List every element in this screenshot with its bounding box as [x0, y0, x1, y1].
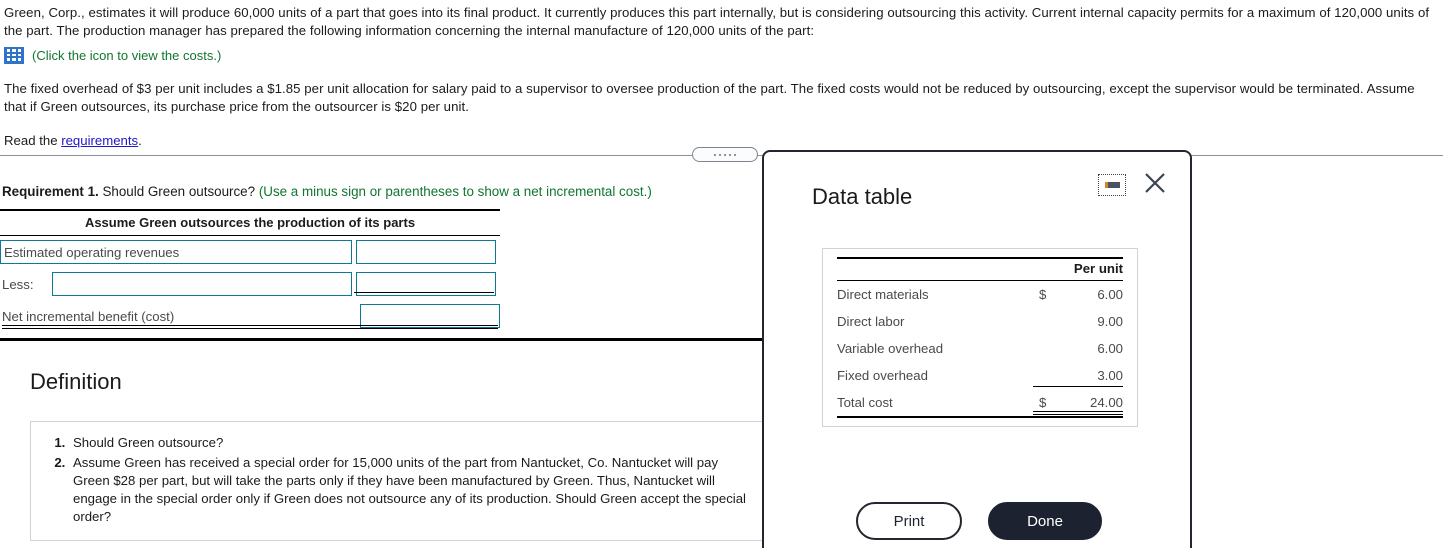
row-3-label: Net incremental benefit (cost)	[2, 308, 175, 324]
definition-panel: Definition Should Green outsource? Assum…	[0, 341, 763, 548]
page-root: Green, Corp., estimates it will produce …	[0, 0, 1443, 548]
requirement-column-header: Assume Green outsources the production o…	[84, 215, 416, 230]
row-1-amount-cell	[352, 240, 496, 264]
row-value: 24.00	[1059, 389, 1123, 416]
row-label: Total cost	[837, 395, 893, 410]
requirements-link[interactable]: requirements	[61, 133, 138, 148]
row-2-amount-cell	[352, 272, 496, 296]
row-1-amount-input[interactable]	[356, 240, 496, 264]
cost-data-table-box: Per unit Direct materials $ 6.00 Direct …	[822, 248, 1138, 427]
print-button[interactable]: Print	[856, 502, 962, 540]
read-suffix: .	[138, 133, 142, 148]
requirement-1-hint: (Use a minus sign or parentheses to show…	[258, 184, 652, 199]
panel-drag-handle[interactable]	[692, 147, 758, 162]
row-currency	[1033, 308, 1059, 335]
table-row: Net incremental benefit (cost)	[0, 300, 500, 332]
requirement-1-title: Requirement 1. Should Green outsource? (…	[2, 184, 763, 199]
definition-title: Definition	[30, 369, 122, 394]
row-currency	[1033, 362, 1059, 389]
header-currency-blank	[1033, 259, 1059, 280]
close-icon[interactable]	[1142, 170, 1168, 196]
cost-data-table: Per unit	[837, 259, 1123, 280]
table-row	[0, 236, 500, 268]
table-row: Direct labor 9.00	[837, 308, 1123, 335]
requirement-1-question: Should Green outsource?	[98, 184, 259, 199]
definition-requirement-list: Should Green outsource? Assume Green has…	[47, 434, 749, 526]
spreadsheet-icon[interactable]	[4, 46, 24, 64]
table-row: Total cost $ 24.00	[837, 389, 1123, 416]
table-header-row: Per unit	[837, 259, 1123, 280]
table-row: Variable overhead 6.00	[837, 335, 1123, 362]
table-row: Less:	[0, 268, 500, 300]
read-requirements-line: Read the requirements.	[4, 133, 1439, 148]
table-row: Direct materials $ 6.00	[837, 281, 1123, 308]
minimize-icon[interactable]	[1098, 174, 1126, 196]
row-1-label-input[interactable]	[0, 240, 352, 264]
read-prefix: Read the	[4, 133, 62, 148]
row-label: Direct labor	[837, 314, 905, 329]
list-item: Should Green outsource?	[69, 434, 749, 452]
requirement-1-label: Requirement 1.	[2, 184, 99, 199]
requirement-1-table: Assume Green outsources the production o…	[0, 209, 500, 332]
definition-content-box: Should Green outsource? Assume Green has…	[30, 421, 763, 541]
row-value: 9.00	[1097, 314, 1123, 329]
dialog-title: Data table	[812, 184, 913, 209]
row-label: Fixed overhead	[837, 368, 928, 383]
cost-data-rows: Direct materials $ 6.00 Direct labor 9.0…	[837, 281, 1123, 416]
row-currency: $	[1039, 287, 1047, 302]
dialog-actions: Print Done	[764, 502, 1194, 540]
row-value: 6.00	[1097, 341, 1123, 356]
list-item: Assume Green has received a special orde…	[69, 454, 749, 526]
row-2-amount-input[interactable]	[356, 272, 496, 296]
table-row: Fixed overhead 3.00	[837, 362, 1123, 389]
right-background-fill	[1192, 156, 1443, 548]
row-value: 3.00	[1059, 362, 1123, 389]
row-3-amount-input[interactable]	[360, 304, 500, 328]
problem-paragraph-1: Green, Corp., estimates it will produce …	[4, 5, 1430, 38]
costs-icon-row: (Click the icon to view the costs.)	[4, 44, 1439, 66]
row-value: 6.00	[1097, 287, 1123, 302]
row-currency: $	[1033, 389, 1059, 416]
done-button[interactable]: Done	[988, 502, 1102, 540]
data-table-dialog: Data table Per unit Direct materials $ 6…	[762, 150, 1192, 548]
row-3-amount-cell	[356, 304, 500, 328]
problem-statement: Green, Corp., estimates it will produce …	[0, 0, 1443, 148]
per-unit-header: Per unit	[1073, 261, 1123, 276]
costs-icon-hint: (Click the icon to view the costs.)	[32, 47, 222, 63]
row-label: Variable overhead	[837, 341, 944, 356]
row-2-label-input[interactable]	[52, 272, 352, 296]
data-table-bottom-rule	[837, 416, 1123, 418]
row-currency	[1033, 335, 1059, 362]
requirement-1-panel: Requirement 1. Should Green outsource? (…	[0, 156, 763, 341]
row-2-label: Less:	[2, 276, 34, 292]
problem-paragraph-2: The fixed overhead of $3 per unit includ…	[4, 81, 1415, 114]
header-blank	[837, 259, 1033, 280]
row-label: Direct materials	[837, 287, 929, 302]
